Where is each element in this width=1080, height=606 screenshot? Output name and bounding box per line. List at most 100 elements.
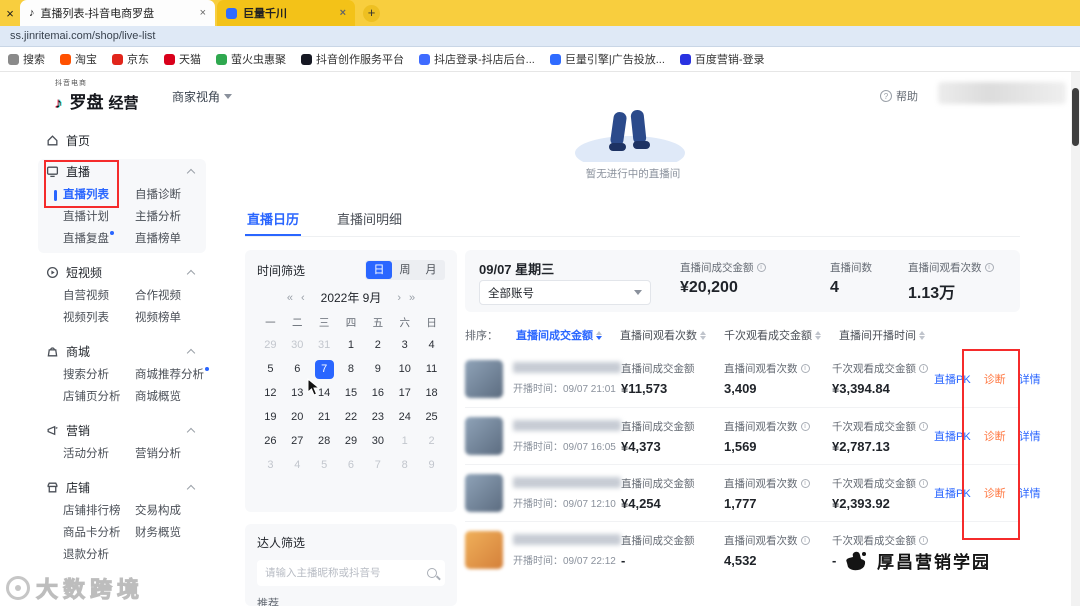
calendar-day[interactable]: 16 — [364, 383, 391, 404]
info-icon[interactable]: i — [919, 421, 928, 431]
详情-link[interactable]: 详情 — [1019, 485, 1041, 501]
bookmark-item[interactable]: 抖店登录-抖店后台... — [419, 51, 535, 67]
new-tab-button[interactable]: + — [363, 4, 380, 22]
bookmark-item[interactable]: 京东 — [112, 51, 149, 67]
calendar-day[interactable]: 19 — [257, 407, 284, 428]
calendar-day[interactable]: 25 — [418, 407, 445, 428]
calendar-mode-日[interactable]: 日 — [366, 261, 392, 279]
详情-link[interactable]: 详情 — [1019, 371, 1041, 387]
calendar-day[interactable]: 4 — [284, 455, 311, 476]
prev-month-button[interactable]: ‹ — [301, 292, 305, 304]
sidebar-section-header-marketing[interactable]: 营销 — [46, 418, 204, 442]
page-scrollbar[interactable] — [1071, 72, 1080, 606]
sidebar-section-header-mall[interactable]: 商城 — [46, 339, 204, 363]
browser-tab[interactable]: 巨量千川 × — [217, 0, 355, 26]
calendar-day[interactable]: 15 — [338, 383, 365, 404]
compass-logo[interactable]: 抖音电商 ♪ 罗盘 经营 — [55, 78, 139, 113]
直播PK-link[interactable]: 直播PK — [934, 485, 971, 501]
tab-close-icon[interactable]: × — [200, 7, 206, 19]
sidebar-item-主播分析[interactable]: 主播分析 — [135, 207, 206, 227]
calendar-day[interactable]: 20 — [284, 407, 311, 428]
scrollbar-thumb[interactable] — [1072, 88, 1079, 146]
sidebar-item-自播诊断[interactable]: 自播诊断 — [135, 185, 206, 205]
bookmark-item[interactable]: 搜索 — [8, 51, 45, 67]
info-icon[interactable]: i — [984, 263, 994, 272]
calendar-day[interactable]: 9 — [364, 359, 391, 380]
calendar-day[interactable]: 31 — [311, 335, 338, 356]
calendar-day[interactable]: 6 — [338, 455, 365, 476]
calendar-day[interactable]: 29 — [257, 335, 284, 356]
sidebar-item-退款分析[interactable]: 退款分析 — [63, 545, 135, 565]
tab-close-icon[interactable]: × — [340, 7, 346, 19]
calendar-day[interactable]: 27 — [284, 431, 311, 452]
sidebar-item-店铺排行榜[interactable]: 店铺排行榜 — [63, 501, 135, 521]
calendar-day[interactable]: 23 — [364, 407, 391, 428]
calendar-day[interactable]: 9 — [418, 455, 445, 476]
calendar-day[interactable]: 28 — [311, 431, 338, 452]
info-icon[interactable]: i — [919, 478, 928, 488]
info-icon[interactable]: i — [800, 421, 810, 431]
calendar-day[interactable]: 17 — [391, 383, 418, 404]
calendar-day[interactable]: 8 — [338, 359, 365, 380]
sidebar-section-header-live[interactable]: 直播 — [46, 159, 204, 183]
tab-直播间明细[interactable]: 直播间明细 — [335, 204, 404, 236]
sidebar-item-home[interactable]: 首页 — [46, 128, 204, 152]
calendar-day[interactable]: 22 — [338, 407, 365, 428]
calendar-day[interactable]: 12 — [257, 383, 284, 404]
sidebar-item-搜索分析[interactable]: 搜索分析 — [63, 365, 135, 385]
calendar-day[interactable]: 3 — [257, 455, 284, 476]
sidebar-item-直播列表[interactable]: 直播列表 — [54, 185, 135, 205]
sidebar-item-自营视频[interactable]: 自营视频 — [63, 286, 135, 306]
calendar-day[interactable]: 30 — [364, 431, 391, 452]
sidebar-item-商城推荐分析[interactable]: 商城推荐分析 — [135, 365, 222, 385]
sidebar-item-视频榜单[interactable]: 视频榜单 — [135, 308, 222, 328]
calendar-day[interactable]: 3 — [391, 335, 418, 356]
browser-tab[interactable]: ♪ 直播列表-抖音电商罗盘 × — [20, 0, 215, 26]
诊断-link[interactable]: 诊断 — [984, 371, 1006, 387]
sidebar-section-header-video[interactable]: 短视频 — [46, 260, 204, 284]
sidebar-item-营销分析[interactable]: 营销分析 — [135, 444, 222, 464]
calendar-day[interactable]: 5 — [311, 455, 338, 476]
info-icon[interactable]: i — [756, 263, 766, 272]
bookmark-item[interactable]: 天猫 — [164, 51, 201, 67]
calendar-day[interactable]: 1 — [338, 335, 365, 356]
calendar-day[interactable]: 29 — [338, 431, 365, 452]
sidebar-item-视频列表[interactable]: 视频列表 — [63, 308, 135, 328]
sidebar-section-header-shop[interactable]: 店铺 — [46, 475, 204, 499]
sidebar-item-直播复盘[interactable]: 直播复盘 — [63, 229, 135, 249]
calendar-day[interactable]: 5 — [257, 359, 284, 380]
calendar-day[interactable]: 10 — [391, 359, 418, 380]
bookmark-item[interactable]: 萤火虫惠聚 — [216, 51, 286, 67]
诊断-link[interactable]: 诊断 — [984, 428, 1006, 444]
calendar-day[interactable]: 6 — [284, 359, 311, 380]
bookmark-item[interactable]: 巨量引擎|广告投放... — [549, 51, 665, 67]
prev-year-button[interactable]: « — [287, 292, 293, 304]
bookmark-item[interactable]: 抖音创作服务平台 — [301, 51, 404, 67]
next-year-button[interactable]: » — [409, 292, 415, 304]
window-close-icon[interactable]: × — [0, 6, 20, 21]
search-icon[interactable] — [427, 568, 437, 578]
next-month-button[interactable]: › — [397, 292, 401, 304]
info-icon[interactable]: i — [919, 364, 928, 373]
sidebar-item-直播榜单[interactable]: 直播榜单 — [135, 229, 206, 249]
sidebar-item-商品卡分析[interactable]: 商品卡分析 — [63, 523, 135, 543]
info-icon[interactable]: i — [800, 535, 810, 545]
sort-option-直播间观看次数[interactable]: 直播间观看次数 — [620, 327, 706, 343]
直播PK-link[interactable]: 直播PK — [934, 371, 971, 387]
calendar-day[interactable]: 11 — [418, 359, 445, 380]
info-icon[interactable]: i — [919, 535, 928, 545]
tab-直播日历[interactable]: 直播日历 — [245, 204, 302, 236]
sort-option-直播间成交金额[interactable]: 直播间成交金额 — [516, 327, 602, 343]
详情-link[interactable]: 详情 — [1019, 428, 1041, 444]
view-switch-dropdown[interactable]: 商家视角 — [172, 88, 233, 105]
calendar-day[interactable]: 4 — [418, 335, 445, 356]
calendar-day-selected[interactable]: 7 — [311, 359, 338, 380]
sidebar-item-店铺页分析[interactable]: 店铺页分析 — [63, 387, 135, 407]
诊断-link[interactable]: 诊断 — [984, 485, 1006, 501]
calendar-day[interactable]: 30 — [284, 335, 311, 356]
account-select[interactable]: 全部账号 — [479, 280, 651, 305]
sidebar-item-商城概览[interactable]: 商城概览 — [135, 387, 222, 407]
直播PK-link[interactable]: 直播PK — [934, 428, 971, 444]
help-button[interactable]: ? 帮助 — [880, 88, 918, 104]
calendar-day[interactable]: 1 — [391, 431, 418, 452]
